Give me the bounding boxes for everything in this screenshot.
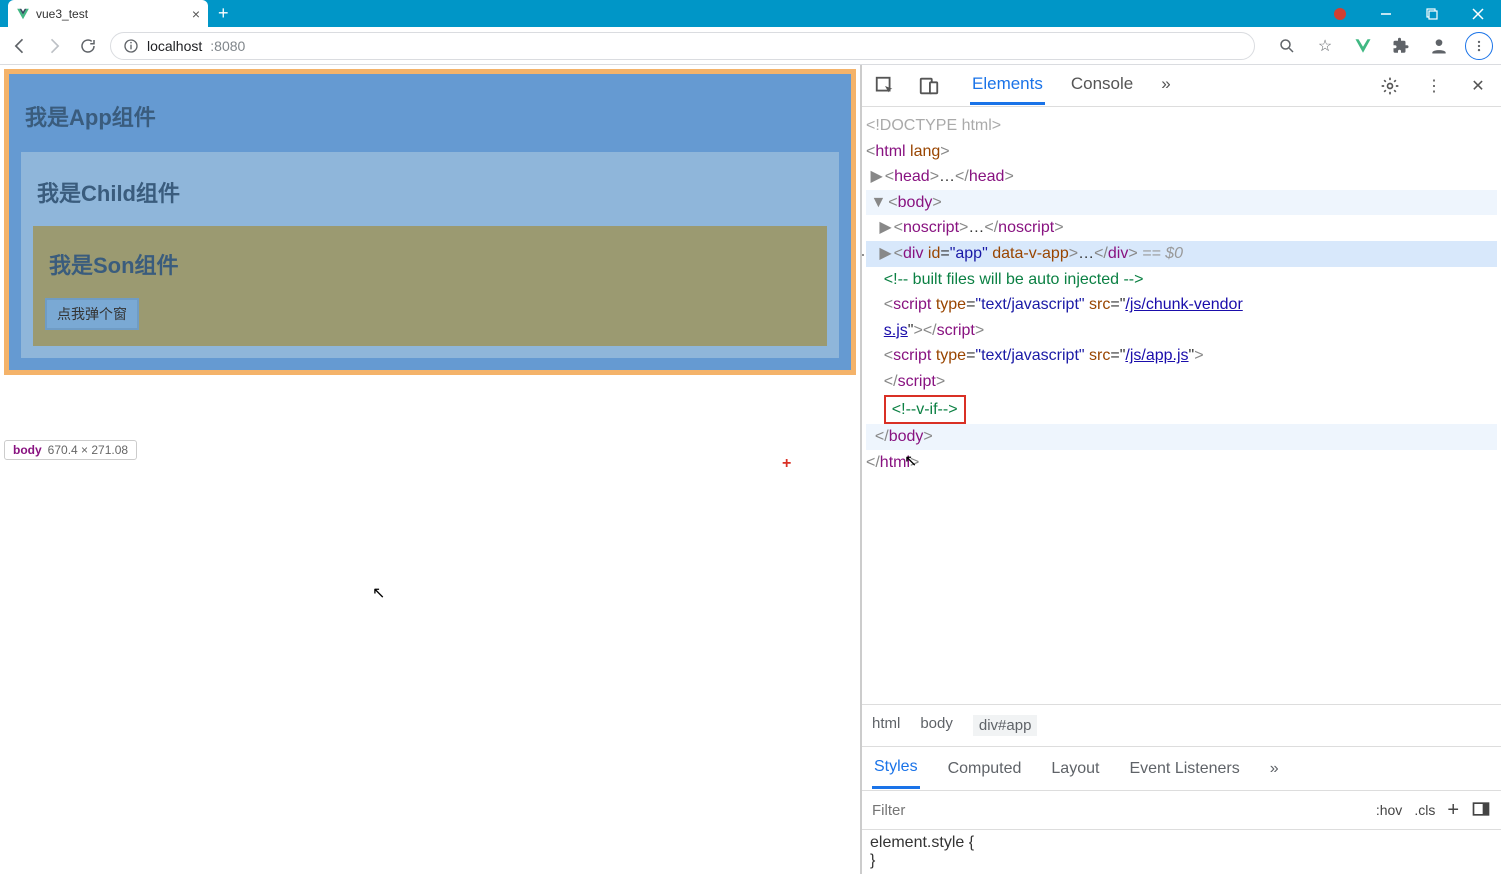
tab-strip: vue3_test × + — [0, 0, 229, 27]
url-host: localhost — [147, 38, 202, 54]
cursor-icon: ↖ — [372, 583, 385, 603]
highlighted-comment: <!--v-if--> — [884, 395, 966, 425]
tab-title: vue3_test — [36, 7, 88, 21]
app-title: 我是App组件 — [25, 100, 839, 132]
breadcrumb-html[interactable]: html — [872, 715, 900, 736]
window-controls — [1317, 0, 1501, 27]
son-title: 我是Son组件 — [49, 248, 815, 280]
site-info-icon[interactable] — [123, 38, 139, 54]
new-tab-button[interactable]: + — [218, 3, 229, 24]
bookmark-icon[interactable]: ☆ — [1313, 34, 1337, 58]
hint-dimensions: 670.4 × 271.08 — [48, 443, 128, 457]
styles-content[interactable]: element.style { } — [862, 830, 1501, 874]
more-style-tabs-icon[interactable]: » — [1268, 750, 1281, 788]
element-style-rule: element.style { — [870, 834, 1493, 852]
extensions-icon[interactable] — [1389, 34, 1413, 58]
toggle-device-icon[interactable] — [916, 73, 942, 99]
son-component-box: 我是Son组件 点我弹个窗 — [33, 226, 827, 346]
tab-elements[interactable]: Elements — [970, 66, 1045, 105]
open-dialog-button[interactable]: 点我弹个窗 — [45, 298, 139, 330]
address-toolbar: localhost :8080 ☆ — [0, 27, 1501, 65]
new-style-rule-icon[interactable]: + — [1447, 799, 1459, 822]
element-size-tooltip: body 670.4 × 271.08 — [4, 440, 137, 460]
record-indicator — [1317, 0, 1363, 27]
breadcrumb-body[interactable]: body — [920, 715, 953, 736]
toolbar-right: ☆ — [1275, 32, 1493, 60]
close-devtools-icon[interactable]: ✕ — [1465, 73, 1491, 99]
page-viewport: 我是App组件 我是Child组件 我是Son组件 点我弹个窗 body 670… — [0, 65, 860, 874]
dom-tree[interactable]: <!DOCTYPE html> <html lang> ▶<head>…</he… — [862, 107, 1501, 704]
inspect-element-icon[interactable] — [872, 73, 898, 99]
devtools-menu-icon[interactable]: ⋮ — [1421, 73, 1447, 99]
profile-icon[interactable] — [1427, 34, 1451, 58]
maximize-button[interactable] — [1409, 0, 1455, 27]
selected-dom-node[interactable]: ⋯ ▶<div id="app" data-v-app>…</div> == $… — [866, 241, 1497, 267]
dom-breadcrumb: html body div#app — [862, 704, 1501, 746]
child-title: 我是Child组件 — [37, 176, 827, 208]
page-annotation-plus: + — [782, 455, 791, 473]
devtools-settings-icon[interactable] — [1377, 73, 1403, 99]
minimize-button[interactable] — [1363, 0, 1409, 27]
toggle-sidebar-icon[interactable] — [1471, 799, 1491, 822]
window-titlebar: vue3_test × + — [0, 0, 1501, 27]
breadcrumb-app[interactable]: div#app — [973, 715, 1038, 736]
devtools-toolbar: Elements Console » ⋮ ✕ — [862, 65, 1501, 107]
hov-toggle[interactable]: :hov — [1376, 802, 1402, 818]
zoom-icon[interactable] — [1275, 34, 1299, 58]
app-component-box: 我是App组件 我是Child组件 我是Son组件 点我弹个窗 — [4, 69, 856, 375]
back-button[interactable] — [8, 34, 32, 58]
tab-computed[interactable]: Computed — [946, 750, 1024, 788]
tab-console[interactable]: Console — [1069, 66, 1135, 105]
vue-devtools-ext-icon[interactable] — [1351, 34, 1375, 58]
forward-button[interactable] — [42, 34, 66, 58]
more-tabs-icon[interactable]: » — [1159, 66, 1172, 105]
styles-tabs: Styles Computed Layout Event Listeners » — [862, 746, 1501, 790]
tab-styles[interactable]: Styles — [872, 748, 920, 789]
browser-tab[interactable]: vue3_test × — [8, 0, 208, 27]
tab-event-listeners[interactable]: Event Listeners — [1127, 750, 1241, 788]
browser-menu-button[interactable] — [1465, 32, 1493, 60]
close-tab-icon[interactable]: × — [192, 6, 200, 22]
cls-toggle[interactable]: .cls — [1414, 802, 1435, 818]
cursor-icon: ↖ — [904, 451, 917, 471]
devtools-panel: Elements Console » ⋮ ✕ <!DOCTYPE html> <… — [860, 65, 1501, 874]
url-port: :8080 — [210, 38, 245, 54]
close-window-button[interactable] — [1455, 0, 1501, 27]
styles-filter-input[interactable] — [862, 802, 1366, 819]
vue-icon — [16, 7, 30, 21]
styles-filter-row: :hov .cls + — [862, 790, 1501, 830]
child-component-box: 我是Child组件 我是Son组件 点我弹个窗 — [21, 152, 839, 358]
element-style-close: } — [870, 852, 1493, 870]
reload-button[interactable] — [76, 34, 100, 58]
hint-element: body — [13, 443, 42, 457]
tab-layout[interactable]: Layout — [1049, 750, 1101, 788]
address-bar[interactable]: localhost :8080 — [110, 32, 1255, 60]
doctype-line: <!DOCTYPE html> — [866, 117, 1001, 134]
